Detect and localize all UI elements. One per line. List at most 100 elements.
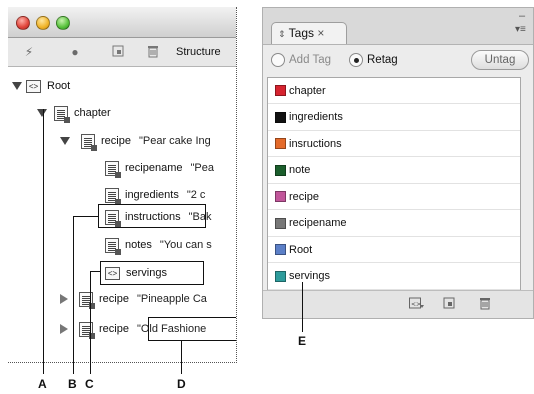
callout-box-b [98, 204, 206, 228]
tree-row-label: Root [47, 80, 71, 92]
tab-tags[interactable]: ⇕ Tags × [271, 22, 347, 44]
callout-letter-a: A [38, 377, 47, 391]
tree-row-chapter[interactable]: chapter [37, 103, 111, 123]
tag-list: chapter ingredients insructions note recipe r… [267, 77, 521, 291]
callout-line-e [302, 282, 304, 332]
text-element-icon [105, 187, 121, 205]
tag-color-swatch [275, 244, 286, 255]
tree-row-snippet: "You can s [159, 239, 212, 251]
tree-row-notes[interactable]: notes "You can s [105, 235, 212, 255]
minimize-panel-icon[interactable]: – [519, 10, 525, 22]
tag-item-note[interactable]: note [268, 158, 520, 184]
tag-item-ingredients[interactable]: ingredients [268, 105, 520, 131]
callout-line-c-h [90, 271, 101, 273]
tags-footer: <> [263, 290, 533, 318]
structure-label: Structure [176, 46, 221, 58]
callout-letter-d: D [177, 377, 186, 391]
text-element-icon [81, 133, 97, 151]
tag-color-swatch [275, 111, 286, 123]
add-tag-label: Add Tag [289, 54, 331, 66]
tree-row-label: chapter [74, 107, 111, 119]
tree-row-label: recipename [125, 162, 183, 174]
lightning-icon[interactable]: ⚡ [22, 45, 36, 59]
tag-item-chapter[interactable]: chapter [268, 78, 520, 104]
panel-menu-icon[interactable]: ▾≡ [515, 24, 526, 35]
tag-color-swatch [275, 164, 286, 176]
callout-letter-e: E [298, 334, 307, 348]
tree-row-recipe-2[interactable]: recipe "Pineapple Ca [60, 289, 207, 309]
text-element-icon [105, 237, 121, 255]
tree-row-label: ingredients [125, 189, 179, 201]
tags-panel: ⇕ Tags × – ▾≡ Add Tag Retag Untag chapte… [262, 7, 534, 319]
retag-radio[interactable] [349, 53, 363, 67]
expanded-triangle-icon[interactable] [60, 137, 70, 145]
tags-header: ⇕ Tags × – ▾≡ [263, 8, 533, 45]
tag-name: note [289, 164, 311, 176]
tree-row-label: recipe [101, 135, 131, 147]
text-element-icon [105, 160, 121, 178]
tree-row-snippet: "Pineapple Ca [136, 293, 207, 305]
tree-row-snippet: "Pea [190, 162, 214, 174]
callout-box-c [100, 261, 204, 285]
tag-name: Root [289, 243, 313, 256]
structure-titlebar [8, 7, 236, 38]
expanded-triangle-icon[interactable] [37, 109, 47, 117]
tag-name: servings [289, 270, 330, 282]
callout-letter-b: B [68, 377, 77, 391]
tab-title: Tags [288, 26, 315, 40]
map-tags-icon[interactable]: <> [409, 297, 425, 311]
delete-tag-icon[interactable] [477, 297, 493, 311]
code-element-icon: <> [26, 79, 41, 93]
collapsed-triangle-icon[interactable] [60, 294, 68, 304]
tags-controls: Add Tag Retag Untag [263, 45, 533, 75]
structure-toolbar: ⚡ ● Structure [8, 38, 236, 67]
callout-line-b [73, 216, 75, 374]
tree-row-label: recipe [99, 293, 129, 305]
tag-color-swatch [275, 85, 286, 96]
callout-line-d [181, 341, 183, 374]
tag-color-swatch [275, 138, 286, 149]
dot-icon[interactable]: ● [68, 45, 82, 59]
retag-label: Retag [367, 54, 398, 66]
tag-color-swatch [275, 191, 286, 202]
tag-name: recipename [289, 217, 347, 229]
callout-letter-c: C [85, 377, 94, 391]
trash-icon[interactable] [146, 45, 160, 59]
callout-line-a [43, 109, 45, 374]
collapsed-triangle-icon[interactable] [60, 324, 68, 334]
tag-item-recipe[interactable]: recipe [268, 184, 520, 210]
new-element-icon[interactable] [111, 45, 125, 59]
tree-row-ingredients[interactable]: ingredients "2 c [105, 185, 205, 205]
tag-name: insructions [289, 137, 342, 150]
tag-color-swatch [275, 270, 286, 282]
tag-name: chapter [289, 84, 326, 97]
tree-row-recipe-1[interactable]: recipe "Pear cake Ing [60, 131, 211, 151]
tree-row-snippet: "2 c [186, 189, 206, 201]
story-element-icon [54, 105, 70, 123]
tree-row-label: recipe [99, 323, 129, 335]
tree-row-snippet: "Pear cake Ing [138, 135, 211, 147]
tag-name: ingredients [289, 111, 343, 123]
tag-color-swatch [275, 217, 286, 229]
minimize-window-button[interactable] [36, 16, 50, 30]
tree-row-recipename[interactable]: recipename "Pea [105, 158, 214, 178]
callout-box-d [148, 317, 236, 341]
untag-button[interactable]: Untag [471, 50, 529, 70]
tag-item-insructions[interactable]: insructions [268, 131, 520, 157]
tree-row-label: notes [125, 239, 152, 251]
callout-line-c [90, 271, 92, 374]
tab-arrows-icon: ⇕ [278, 29, 286, 39]
tag-item-recipename[interactable]: recipename [268, 211, 520, 237]
tag-item-root[interactable]: Root [268, 237, 520, 263]
tag-item-servings[interactable]: servings [268, 264, 520, 290]
tag-name: recipe [289, 190, 319, 203]
new-tag-icon[interactable] [441, 297, 457, 311]
tree-row-root[interactable]: <> Root [12, 76, 70, 96]
close-tab-icon[interactable]: × [317, 26, 324, 40]
expanded-triangle-icon[interactable] [12, 82, 22, 90]
close-window-button[interactable] [16, 16, 30, 30]
add-tag-radio[interactable] [271, 53, 285, 67]
svg-text:<>: <> [411, 301, 421, 308]
callout-line-b-h [73, 216, 99, 218]
zoom-window-button[interactable] [56, 16, 70, 30]
